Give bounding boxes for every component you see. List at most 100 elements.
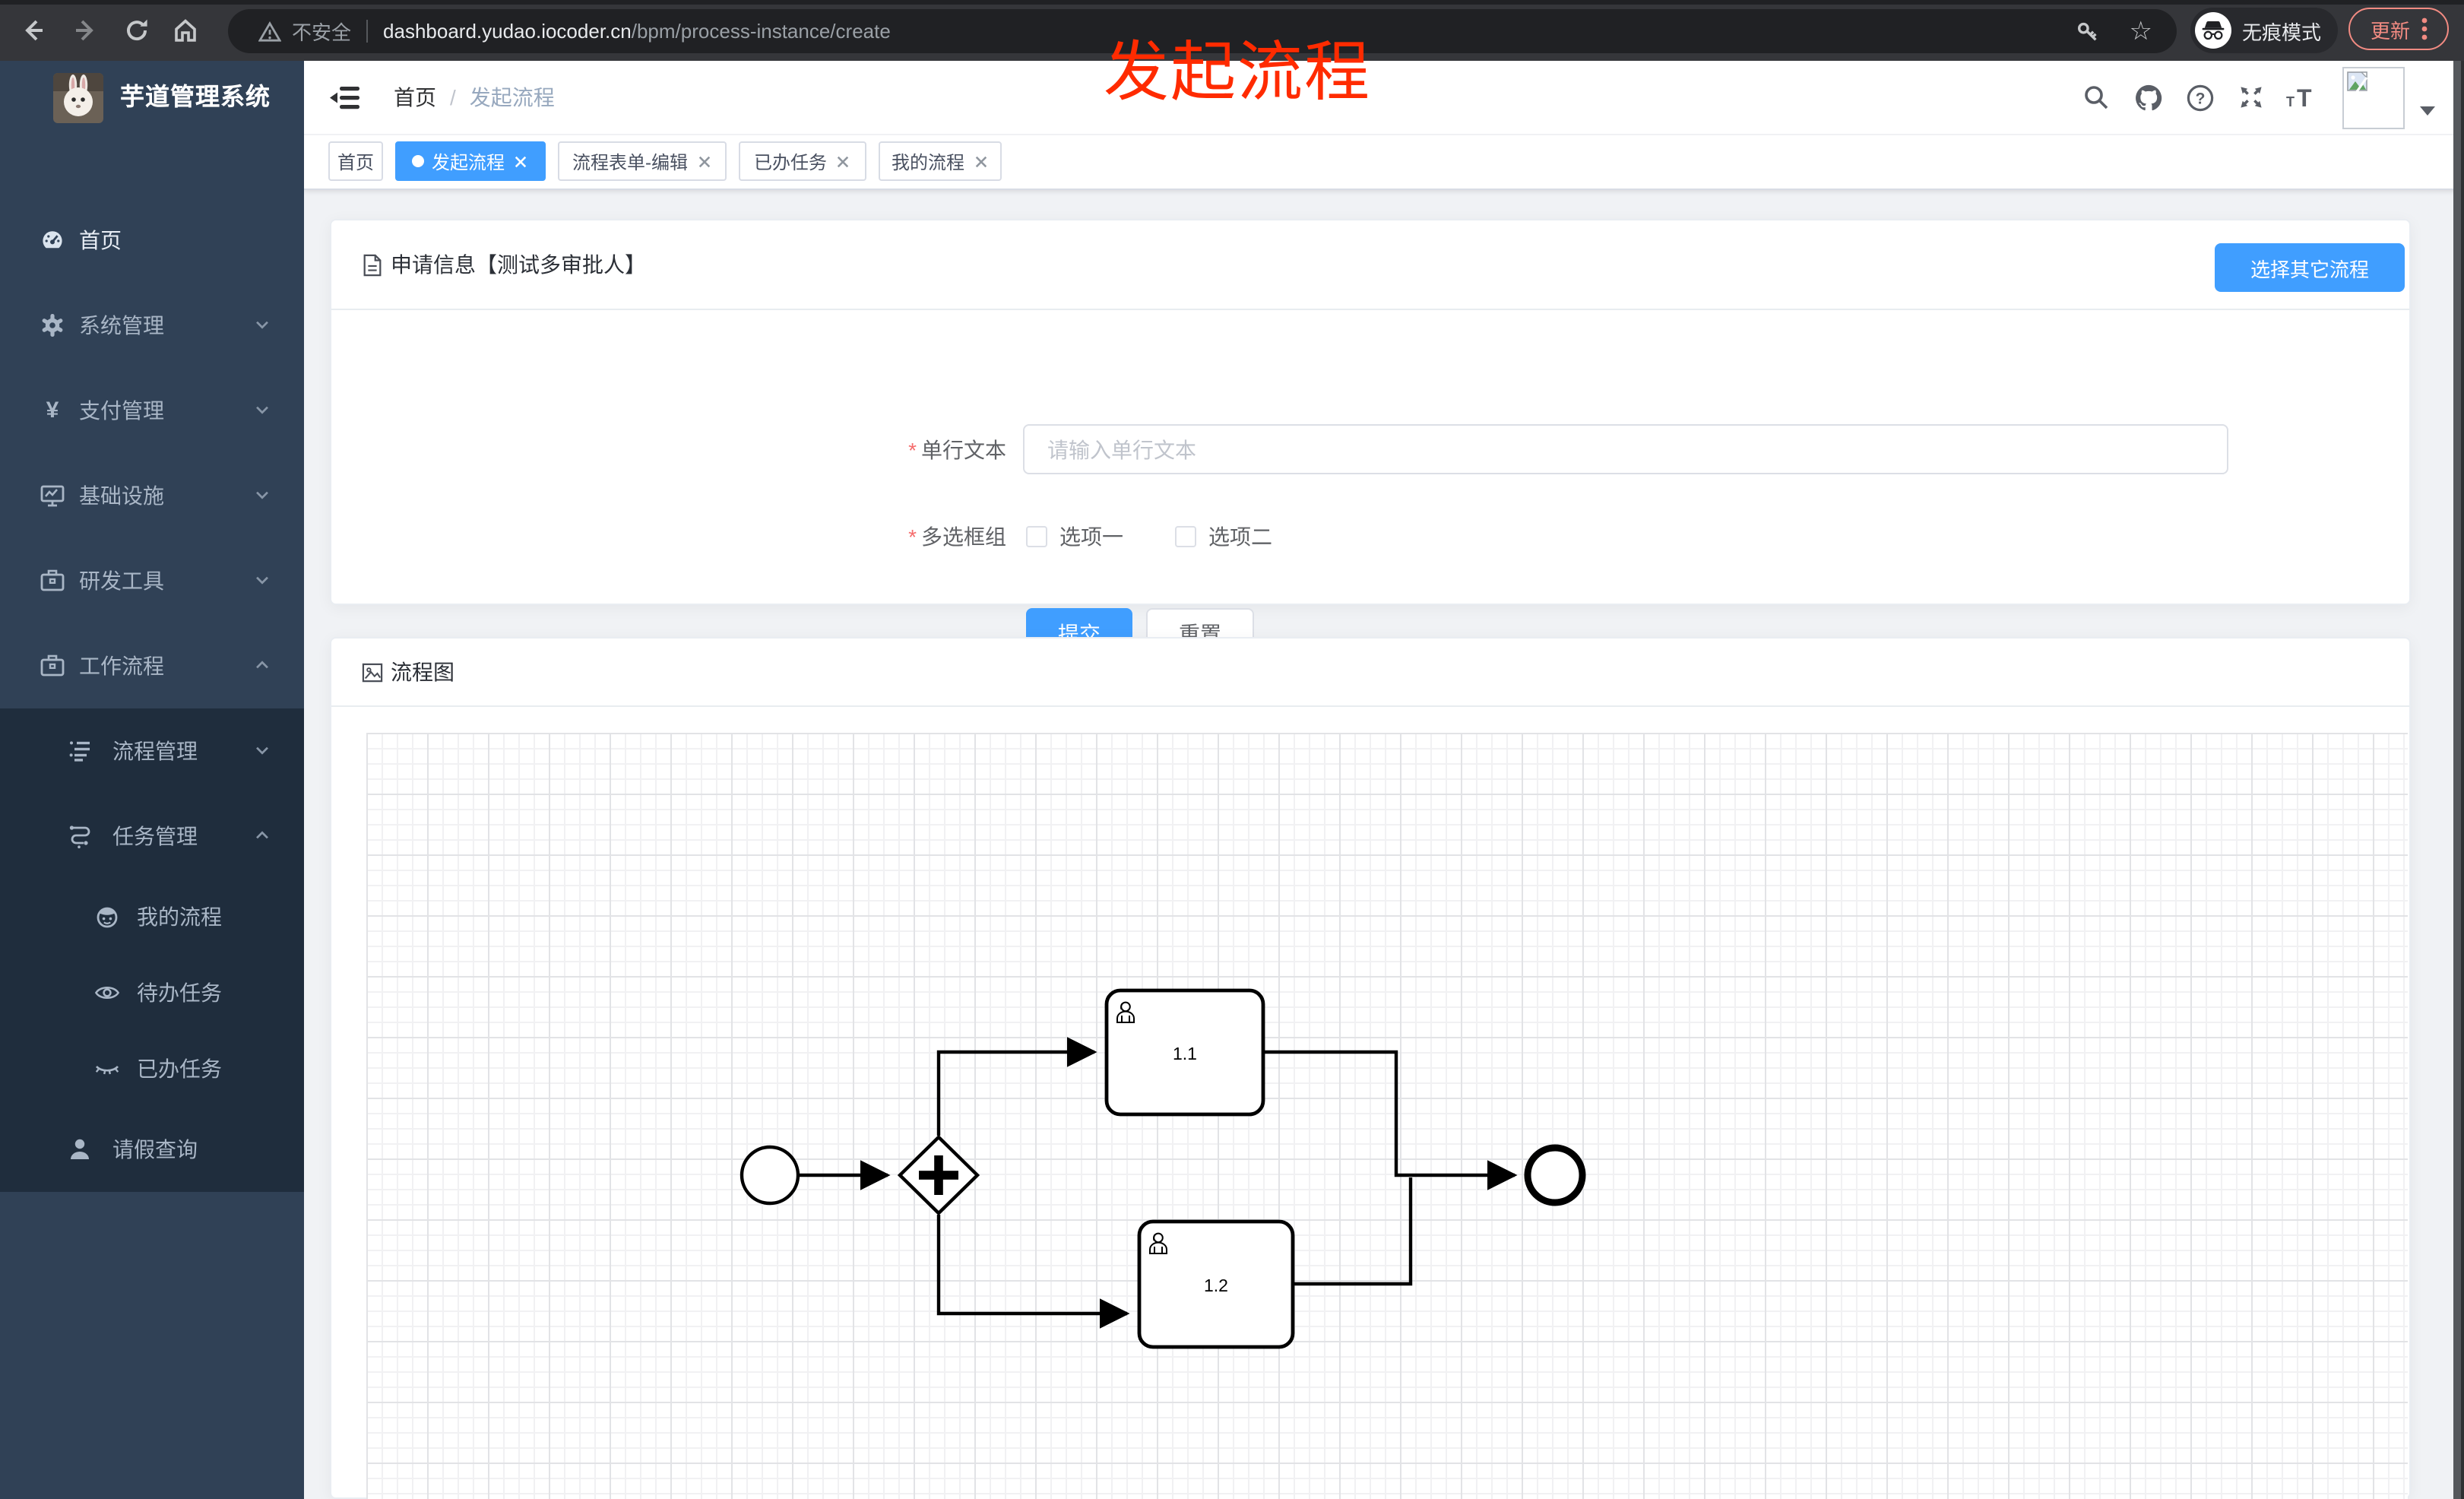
breadcrumb-current: 发起流程 bbox=[469, 85, 555, 109]
close-icon[interactable] bbox=[972, 153, 989, 170]
tab-label: 已办任务 bbox=[753, 151, 827, 173]
sidebar-item-payment[interactable]: ¥ 支付管理 bbox=[0, 368, 304, 453]
browser-reload-button[interactable] bbox=[119, 12, 155, 49]
password-key-icon[interactable] bbox=[2075, 18, 2101, 44]
avatar[interactable] bbox=[2342, 67, 2405, 129]
checkbox-option-2[interactable] bbox=[1175, 526, 1196, 547]
font-size-icon[interactable]: TT bbox=[2285, 81, 2318, 114]
parallel-gateway[interactable] bbox=[897, 1134, 980, 1216]
close-icon[interactable] bbox=[695, 153, 712, 170]
close-icon[interactable] bbox=[835, 153, 851, 170]
browser-update-button[interactable]: 更新 bbox=[2348, 8, 2449, 50]
required-asterisk: * bbox=[908, 524, 917, 549]
app-navbar: 首页 / 发起流程 ? TT bbox=[304, 61, 2464, 135]
list-icon bbox=[67, 738, 93, 764]
tab-label: 首页 bbox=[337, 151, 374, 173]
diagram-card-header: 流程图 bbox=[331, 639, 2409, 707]
picture-icon bbox=[362, 662, 383, 682]
url-host[interactable]: dashboard.yudao.iocoder.cn bbox=[383, 20, 632, 43]
browser-back-button[interactable] bbox=[15, 12, 52, 49]
breadcrumb-home[interactable]: 首页 bbox=[394, 61, 436, 134]
github-icon[interactable] bbox=[2131, 81, 2165, 114]
chevron-down-icon bbox=[254, 398, 271, 423]
flow-gateway-to-task1[interactable] bbox=[936, 1037, 1097, 1136]
sidebar-menu: 首页 系统管理 ¥ 支付管理 基础设施 研发工具 工作流程 流程管理 任务管理 … bbox=[0, 198, 304, 1192]
user-task-1-2[interactable]: 1.2 bbox=[1137, 1219, 1295, 1349]
avatar-dropdown-caret[interactable] bbox=[2420, 106, 2435, 116]
security-label[interactable]: 不安全 bbox=[292, 17, 351, 46]
sidebar-item-home[interactable]: 首页 bbox=[0, 198, 304, 283]
sidebar-item-label: 基础设施 bbox=[79, 483, 164, 508]
browser-home-button[interactable] bbox=[167, 12, 204, 49]
diagram-card-title: 流程图 bbox=[391, 660, 454, 684]
active-tab-dot bbox=[411, 155, 424, 167]
checkbox-option-2-label[interactable]: 选项二 bbox=[1208, 521, 1272, 552]
sidebar-item-system[interactable]: 系统管理 bbox=[0, 283, 304, 368]
incognito-badge: 无痕模式 bbox=[2190, 8, 2338, 53]
sidebar-item-dev-tools[interactable]: 研发工具 bbox=[0, 538, 304, 623]
apply-info-card-header: 申请信息【测试多审批人】 选择其它流程 bbox=[331, 220, 2409, 310]
tree-icon bbox=[67, 823, 93, 849]
chevron-down-icon bbox=[254, 739, 271, 763]
workflow-submenu: 流程管理 任务管理 我的流程 待办任务 已办任务 请假查询 bbox=[0, 708, 304, 1192]
start-event[interactable] bbox=[740, 1145, 800, 1206]
checkbox-option-1[interactable] bbox=[1026, 526, 1047, 547]
apply-info-title: 申请信息【测试多审批人】 bbox=[391, 252, 646, 277]
bpmn-canvas[interactable]: 1.1 1.2 bbox=[366, 733, 2408, 1499]
sidebar-item-infrastructure[interactable]: 基础设施 bbox=[0, 453, 304, 538]
tab-process-form-edit[interactable]: 流程表单-编辑 bbox=[558, 141, 727, 181]
sidebar-item-label: 流程管理 bbox=[112, 739, 198, 763]
sidebar-item-label: 系统管理 bbox=[79, 313, 164, 338]
choose-other-process-button[interactable]: 选择其它流程 bbox=[2215, 243, 2405, 292]
tab-start-process[interactable]: 发起流程 bbox=[395, 141, 546, 181]
user-task-1-1[interactable]: 1.1 bbox=[1104, 988, 1265, 1117]
required-asterisk: * bbox=[908, 437, 917, 461]
apply-info-card: 申请信息【测试多审批人】 选择其它流程 *单行文本 *多选框组 选项一 选项二 … bbox=[330, 219, 2411, 658]
incognito-icon bbox=[2195, 12, 2231, 49]
single-line-text-label: * 单行文本 bbox=[908, 437, 1006, 461]
address-divider bbox=[366, 20, 369, 43]
tab-done-tasks[interactable]: 已办任务 bbox=[739, 141, 866, 181]
search-icon[interactable] bbox=[2079, 81, 2113, 114]
help-icon[interactable]: ? bbox=[2183, 81, 2216, 114]
sidebar-item-process-management[interactable]: 流程管理 bbox=[0, 708, 304, 794]
checkbox-option-1-label[interactable]: 选项一 bbox=[1059, 521, 1123, 552]
sidebar-item-my-processes[interactable]: 我的流程 bbox=[0, 879, 304, 955]
user-icon bbox=[67, 1136, 93, 1162]
browser-forward-button[interactable] bbox=[67, 12, 103, 49]
tab-my-processes[interactable]: 我的流程 bbox=[879, 141, 1002, 181]
page-scrollbar[interactable] bbox=[2453, 61, 2464, 1499]
sidebar-item-leave-query[interactable]: 请假查询 bbox=[0, 1107, 304, 1192]
sidebar-item-label: 请假查询 bbox=[112, 1137, 198, 1161]
flow-task2-to-end[interactable] bbox=[1293, 1177, 1413, 1286]
single-line-text-input[interactable] bbox=[1023, 424, 2228, 474]
sidebar-item-todo-tasks[interactable]: 待办任务 bbox=[0, 955, 304, 1031]
url-path[interactable]: /bpm/process-instance/create bbox=[632, 20, 891, 43]
app-logo-row[interactable]: 芋道管理系统 bbox=[0, 61, 304, 137]
chevron-up-icon bbox=[254, 654, 271, 678]
close-icon[interactable] bbox=[512, 153, 529, 170]
eye-closed-icon bbox=[94, 1056, 120, 1082]
tab-home[interactable]: 首页 bbox=[328, 141, 383, 181]
dashboard-icon bbox=[40, 227, 65, 253]
sidebar: 芋道管理系统 首页 系统管理 ¥ 支付管理 基础设施 研发工具 工作流程 流程管… bbox=[0, 61, 304, 1499]
bookmark-star-icon[interactable]: ☆ bbox=[2130, 16, 2153, 46]
chrome-menu-icon[interactable] bbox=[2421, 17, 2427, 41]
sidebar-item-label: 已办任务 bbox=[137, 1057, 222, 1081]
breadcrumb: 首页 / 发起流程 bbox=[394, 61, 555, 134]
sidebar-item-task-management[interactable]: 任务管理 bbox=[0, 794, 304, 879]
sidebar-collapse-icon[interactable] bbox=[328, 82, 362, 113]
svg-text:T: T bbox=[2286, 94, 2295, 109]
flow-task1-to-end[interactable] bbox=[1263, 1050, 1518, 1190]
fullscreen-icon[interactable] bbox=[2234, 81, 2268, 114]
toolbox-icon bbox=[40, 653, 65, 679]
end-event[interactable] bbox=[1524, 1144, 1586, 1206]
chevron-down-icon bbox=[254, 569, 271, 593]
sidebar-item-workflow[interactable]: 工作流程 bbox=[0, 623, 304, 708]
sidebar-item-label: 研发工具 bbox=[79, 569, 164, 593]
flow-gateway-to-task2[interactable] bbox=[936, 1215, 1130, 1329]
sidebar-item-done-tasks[interactable]: 已办任务 bbox=[0, 1031, 304, 1107]
broken-image-icon bbox=[2347, 71, 2368, 93]
security-warning-icon[interactable] bbox=[258, 21, 281, 42]
eye-open-icon bbox=[94, 980, 120, 1006]
